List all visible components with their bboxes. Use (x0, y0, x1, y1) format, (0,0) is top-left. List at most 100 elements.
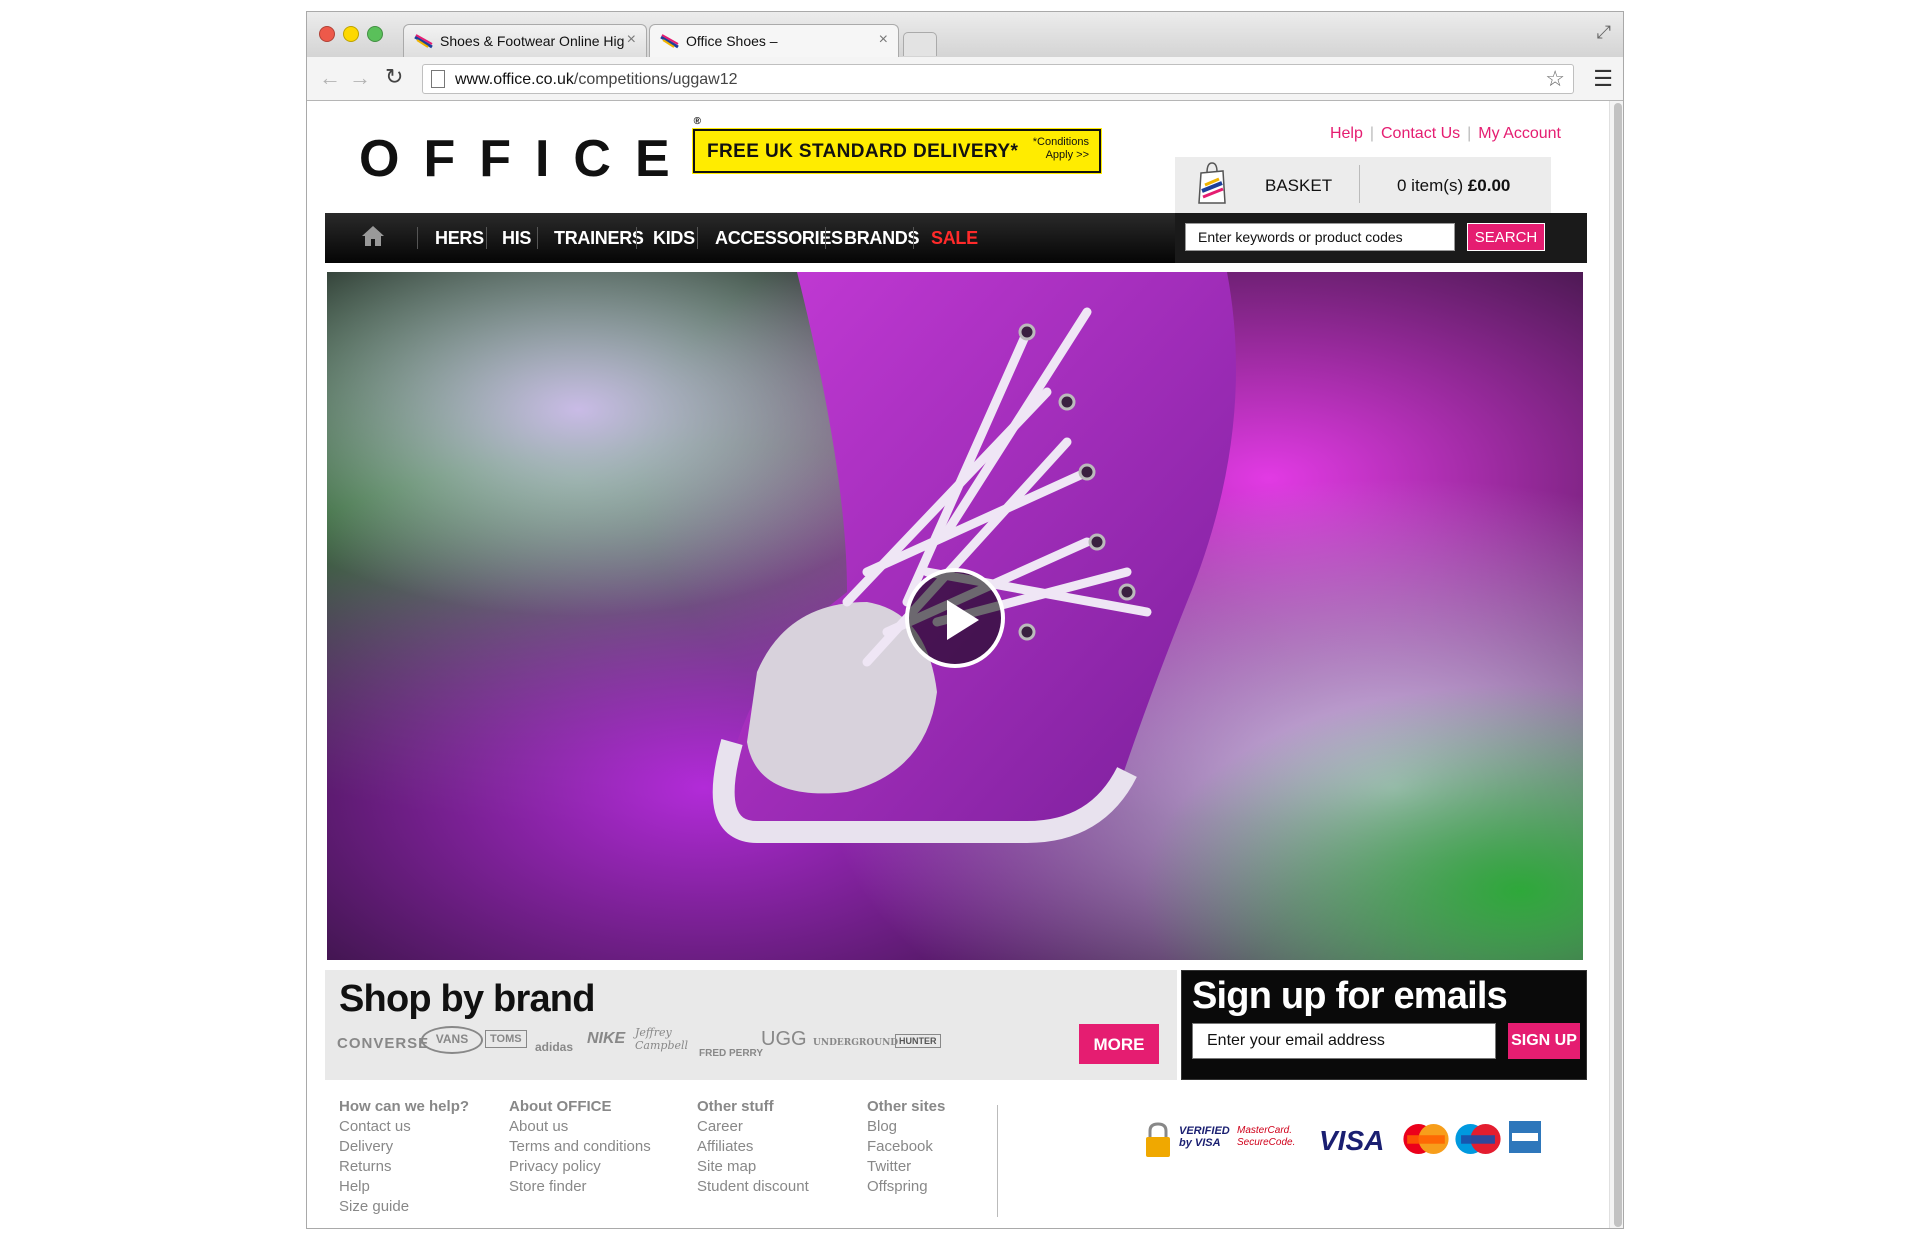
sign-up-button[interactable]: SIGN UP (1508, 1023, 1580, 1059)
footer-link[interactable]: Contact us (339, 1117, 469, 1137)
footer-link[interactable]: Student discount (697, 1177, 809, 1197)
padlock-icon (1146, 1122, 1170, 1157)
brand-toms[interactable]: TOMS (485, 1030, 527, 1048)
scroll-thumb[interactable] (1614, 103, 1622, 1227)
nav-separator (825, 227, 826, 249)
zoom-window-button[interactable] (367, 26, 383, 42)
basket-total: £0.00 (1467, 176, 1511, 195)
footer-column-other-stuff: Other stuff Career Affiliates Site map S… (697, 1097, 809, 1197)
footer-link[interactable]: Store finder (509, 1177, 651, 1197)
more-brands-button[interactable]: MORE (1079, 1024, 1159, 1064)
footer-link[interactable]: Offspring (867, 1177, 945, 1197)
forward-arrow-icon[interactable]: → (349, 65, 371, 91)
page-viewport: Help | Contact Us | My Account OFFICE ® FREE … (307, 101, 1623, 1228)
brand-underground[interactable]: UNDERGROUND (813, 1038, 898, 1048)
main-navigation: HERS HIS TRAINERS KIDS ACCESSORIES BRAND… (325, 213, 1587, 263)
address-bar[interactable]: www.office.co.uk/competitions/uggaw12 ☆ (422, 64, 1574, 94)
footer-link[interactable]: Career (697, 1117, 809, 1137)
footer-heading: About OFFICE (509, 1098, 612, 1115)
conditions-link[interactable]: *Conditions Apply >> (1019, 136, 1089, 162)
brand-adidas[interactable]: adidas (535, 1040, 573, 1054)
vertical-scrollbar[interactable] (1609, 101, 1623, 1228)
url-path: /competitions/uggaw12 (573, 71, 738, 88)
office-logo[interactable]: OFFICE ® (359, 116, 701, 189)
footer-link[interactable]: Delivery (339, 1137, 469, 1157)
mastercard-securecode-badge: MasterCard. SecureCode. (1237, 1125, 1296, 1148)
nav-separator (636, 227, 637, 249)
nav-trainers[interactable]: TRAINERS (554, 228, 644, 249)
nav-kids[interactable]: KIDS (653, 228, 695, 249)
brand-ugg[interactable]: UGG (761, 1028, 807, 1051)
tab-strip: Shoes & Footwear Online Hig × Office Sho… (307, 12, 1623, 57)
back-arrow-icon[interactable]: ← (319, 65, 341, 91)
brand-jeffrey-campbell[interactable]: Jeffrey Campbell (635, 1026, 695, 1052)
footer-heading: How can we help? (339, 1098, 470, 1115)
close-tab-icon[interactable]: × (627, 31, 636, 49)
search-button[interactable]: SEARCH (1467, 223, 1545, 251)
visa-logo: VISA (1319, 1125, 1385, 1156)
browser-tab-active[interactable]: Office Shoes – × (649, 24, 899, 57)
footer-link[interactable]: Privacy policy (509, 1157, 651, 1177)
maestro-logo (1455, 1123, 1501, 1155)
footer-link[interactable]: Blog (867, 1117, 945, 1137)
brand-fred-perry[interactable]: FRED PERRY (699, 1048, 763, 1059)
search-box: SEARCH (1175, 213, 1587, 263)
footer-link[interactable]: Facebook (867, 1137, 945, 1157)
fullscreen-icon[interactable]: ⤢ (1597, 22, 1611, 43)
nav-sale[interactable]: SALE (931, 228, 978, 249)
american-express-logo (1509, 1121, 1541, 1153)
basket-items: 0 item(s) £0.00 (1397, 176, 1510, 196)
reload-icon[interactable]: ↻ (385, 64, 403, 90)
new-tab-button[interactable] (903, 32, 937, 56)
footer-link[interactable]: Help (339, 1177, 469, 1197)
hero-video[interactable] (327, 272, 1583, 960)
browser-menu-icon[interactable]: ☰ (1593, 66, 1613, 92)
tab-title: Office Shoes – (686, 33, 778, 49)
office-favicon-icon (414, 34, 433, 49)
nav-his[interactable]: HIS (502, 228, 531, 249)
contact-us-link[interactable]: Contact Us (1381, 125, 1460, 142)
brand-converse[interactable]: CONVERSE (337, 1035, 429, 1052)
footer-link[interactable]: About us (509, 1117, 651, 1137)
nav-separator (913, 227, 914, 249)
bookmark-star-icon[interactable]: ☆ (1545, 66, 1565, 92)
page-icon (431, 70, 445, 88)
footer-link[interactable]: Site map (697, 1157, 809, 1177)
nav-accessories[interactable]: ACCESSORIES (715, 228, 843, 249)
basket-label: BASKET (1265, 176, 1333, 195)
tab-title: Shoes & Footwear Online Hig (440, 33, 625, 49)
footer-link[interactable]: Returns (339, 1157, 469, 1177)
footer-link[interactable]: Twitter (867, 1157, 945, 1177)
brand-hunter[interactable]: HUNTER (895, 1034, 941, 1048)
footer-column-about: About OFFICE About us Terms and conditio… (509, 1097, 651, 1197)
footer-link[interactable]: Terms and conditions (509, 1137, 651, 1157)
footer-link[interactable]: Size guide (339, 1197, 469, 1217)
email-input[interactable] (1192, 1023, 1496, 1059)
basket-divider (1359, 165, 1360, 203)
browser-toolbar: ← → ↻ www.office.co.uk/competitions/ugga… (307, 57, 1623, 101)
email-signup-panel: Sign up for emails SIGN UP (1181, 970, 1587, 1080)
footer-divider (997, 1105, 998, 1217)
footer-heading: Other stuff (697, 1098, 774, 1115)
minimize-window-button[interactable] (343, 26, 359, 42)
link-separator: | (1369, 125, 1374, 142)
brand-vans[interactable]: VANS (421, 1026, 483, 1054)
play-video-button[interactable] (905, 568, 1005, 668)
home-icon[interactable] (361, 225, 385, 247)
basket-summary[interactable]: BASKET 0 item(s) £0.00 (1175, 157, 1551, 213)
free-delivery-banner[interactable]: FREE UK STANDARD DELIVERY* *Conditions A… (693, 129, 1101, 173)
close-tab-icon[interactable]: × (879, 31, 888, 49)
close-window-button[interactable] (319, 26, 335, 42)
office-favicon-icon (660, 34, 679, 49)
my-account-link[interactable]: My Account (1478, 125, 1561, 142)
nav-hers[interactable]: HERS (435, 228, 484, 249)
brand-nike[interactable]: NIKE (587, 1030, 625, 1048)
signup-title: Sign up for emails (1192, 975, 1508, 1017)
browser-tab[interactable]: Shoes & Footwear Online Hig × (403, 24, 647, 57)
help-link[interactable]: Help (1330, 125, 1363, 142)
nav-brands[interactable]: BRANDS (844, 228, 920, 249)
link-separator: | (1467, 125, 1472, 142)
search-input[interactable] (1185, 223, 1455, 251)
url-text[interactable]: www.office.co.uk/competitions/uggaw12 (455, 71, 738, 89)
footer-link[interactable]: Affiliates (697, 1137, 809, 1157)
